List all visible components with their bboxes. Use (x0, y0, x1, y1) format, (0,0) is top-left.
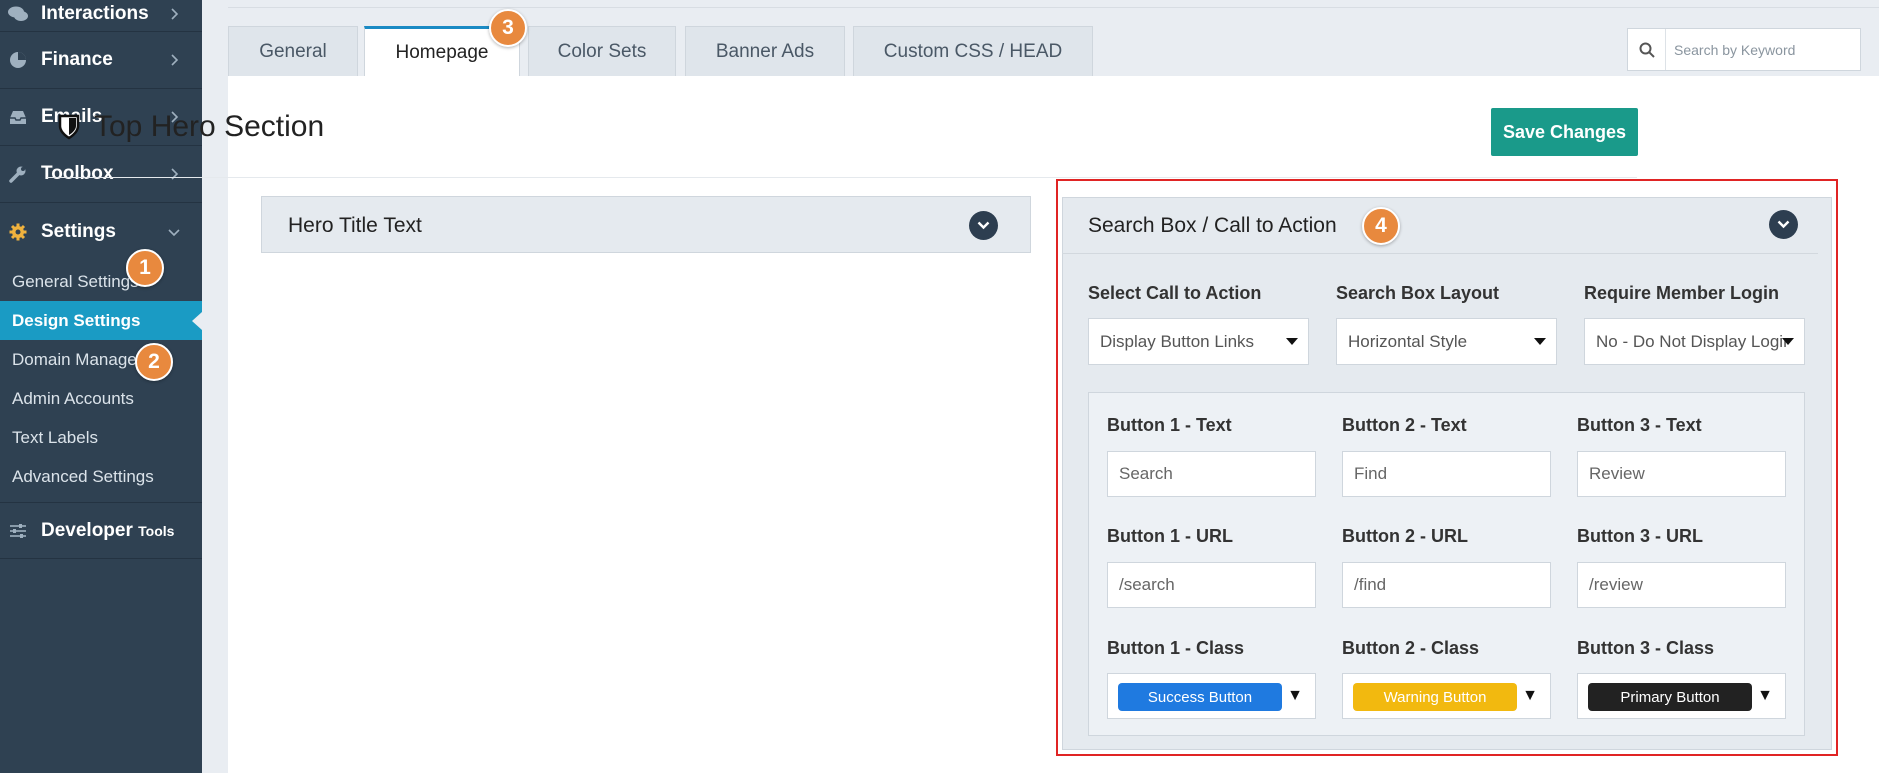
submenu-item-admin-accounts[interactable]: Admin Accounts (0, 379, 202, 418)
field-label: Select Call to Action (1088, 283, 1262, 303)
caret-down-icon (1782, 338, 1794, 345)
call-to-action-select[interactable]: Display Button Links (1088, 318, 1309, 365)
sidebar-item-label: Settings (41, 220, 116, 242)
button-3-class-select[interactable]: Primary Button ▼ (1577, 673, 1786, 719)
chevron-right-icon (171, 7, 179, 20)
step-badge-3: 3 (489, 9, 527, 47)
caret-down-icon (1534, 338, 1546, 345)
button-1-text-input[interactable]: Search (1107, 451, 1316, 497)
sidebar-item-interactions[interactable]: Interactions (0, 0, 202, 32)
field-label: Button 1 - URL (1107, 526, 1233, 546)
require-member-login-select[interactable]: No - Do Not Display Login (1584, 318, 1805, 365)
button-2-url-input[interactable]: /find (1342, 562, 1551, 608)
save-changes-button[interactable]: Save Changes (1491, 108, 1638, 156)
step-badge-4: 4 (1362, 207, 1400, 245)
submenu-item-text-labels[interactable]: Text Labels (0, 418, 202, 457)
page-title: Top Hero Section (58, 110, 324, 144)
search-box-layout-select[interactable]: Horizontal Style (1336, 318, 1557, 365)
wrench-icon (7, 165, 29, 183)
chevron-down-icon (168, 228, 180, 236)
tab-banner-ads[interactable]: Banner Ads (685, 26, 845, 76)
field-label: Search Box Layout (1336, 283, 1500, 303)
search-icon[interactable] (1628, 29, 1666, 70)
divider (1062, 253, 1818, 254)
field-label: Button 2 - URL (1342, 526, 1468, 546)
select-value: Horizontal Style (1348, 331, 1468, 351)
sliders-icon (7, 523, 29, 539)
chevron-down-icon[interactable] (969, 211, 998, 240)
inbox-icon (7, 109, 29, 125)
sidebar-item-settings[interactable]: Settings (0, 203, 202, 260)
chevron-right-icon (171, 168, 179, 180)
button-3-text-input[interactable]: Review (1577, 451, 1786, 497)
step-badge-2: 2 (135, 343, 173, 381)
button-2-class-select[interactable]: Warning Button ▼ (1342, 673, 1551, 719)
submenu-item-general-settings[interactable]: General Settings (0, 262, 202, 301)
sidebar-item-label: Finance (41, 49, 113, 70)
sidebar-item-toolbox[interactable]: Toolbox (0, 146, 202, 203)
shield-icon (58, 114, 80, 140)
search-input[interactable] (1666, 41, 1856, 58)
caret-down-icon (1286, 338, 1298, 345)
class-pill: Warning Button (1353, 683, 1517, 711)
sidebar-item-label: Interactions (41, 2, 149, 24)
sidebar-item-developer-tools[interactable]: Developer Tools (0, 502, 202, 559)
class-pill: Primary Button (1588, 683, 1752, 711)
sidebar-item-finance[interactable]: Finance (0, 32, 202, 89)
select-value: Display Button Links (1100, 331, 1255, 351)
field-label: Button 1 - Text (1107, 415, 1232, 435)
select-value: No - Do Not Display Login (1596, 331, 1786, 351)
class-pill: Success Button (1118, 683, 1282, 711)
pie-chart-icon (7, 51, 29, 69)
hero-title-accordion[interactable]: Hero Title Text (261, 196, 1031, 253)
submenu-item-design-settings[interactable]: Design Settings (0, 301, 202, 340)
field-label: Button 1 - Class (1107, 638, 1245, 658)
sidebar-item-label: Developer Tools (41, 520, 174, 542)
developer-label-small: Tools (138, 522, 175, 539)
button-3-url-input[interactable]: /review (1577, 562, 1786, 608)
button-2-text-input[interactable]: Find (1342, 451, 1551, 497)
tab-custom-css-head[interactable]: Custom CSS / HEAD (853, 26, 1093, 76)
page-title-text: Top Hero Section (94, 110, 325, 143)
caret-down-icon: ▼ (1522, 687, 1538, 704)
search-box (1627, 28, 1861, 71)
step-badge-1: 1 (126, 249, 164, 287)
developer-label: Developer (41, 519, 133, 541)
field-label: Button 3 - Text (1577, 415, 1702, 435)
accordion-title: Hero Title Text (288, 214, 422, 237)
comments-icon (7, 6, 29, 22)
field-label: Button 2 - Class (1342, 638, 1480, 658)
tab-general[interactable]: General (228, 26, 358, 76)
gear-icon (7, 223, 29, 241)
button-1-url-input[interactable]: /search (1107, 562, 1316, 608)
tab-color-sets[interactable]: Color Sets (528, 26, 676, 76)
caret-down-icon: ▼ (1757, 687, 1773, 704)
divider (228, 7, 1879, 8)
field-label: Button 3 - URL (1577, 526, 1703, 546)
submenu-item-advanced-settings[interactable]: Advanced Settings (0, 457, 202, 496)
field-label: Button 3 - Class (1577, 638, 1715, 658)
chevron-down-icon[interactable] (1769, 210, 1798, 239)
field-label: Require Member Login (1584, 283, 1780, 303)
chevron-right-icon (171, 54, 179, 66)
field-label: Button 2 - Text (1342, 415, 1467, 435)
accordion-title[interactable]: Search Box / Call to Action (1088, 214, 1337, 238)
button-1-class-select[interactable]: Success Button ▼ (1107, 673, 1316, 719)
divider (47, 177, 1637, 178)
caret-down-icon: ▼ (1287, 687, 1303, 704)
settings-submenu: General Settings Design Settings Domain … (0, 260, 202, 502)
sidebar-item-label: Toolbox (41, 163, 114, 184)
